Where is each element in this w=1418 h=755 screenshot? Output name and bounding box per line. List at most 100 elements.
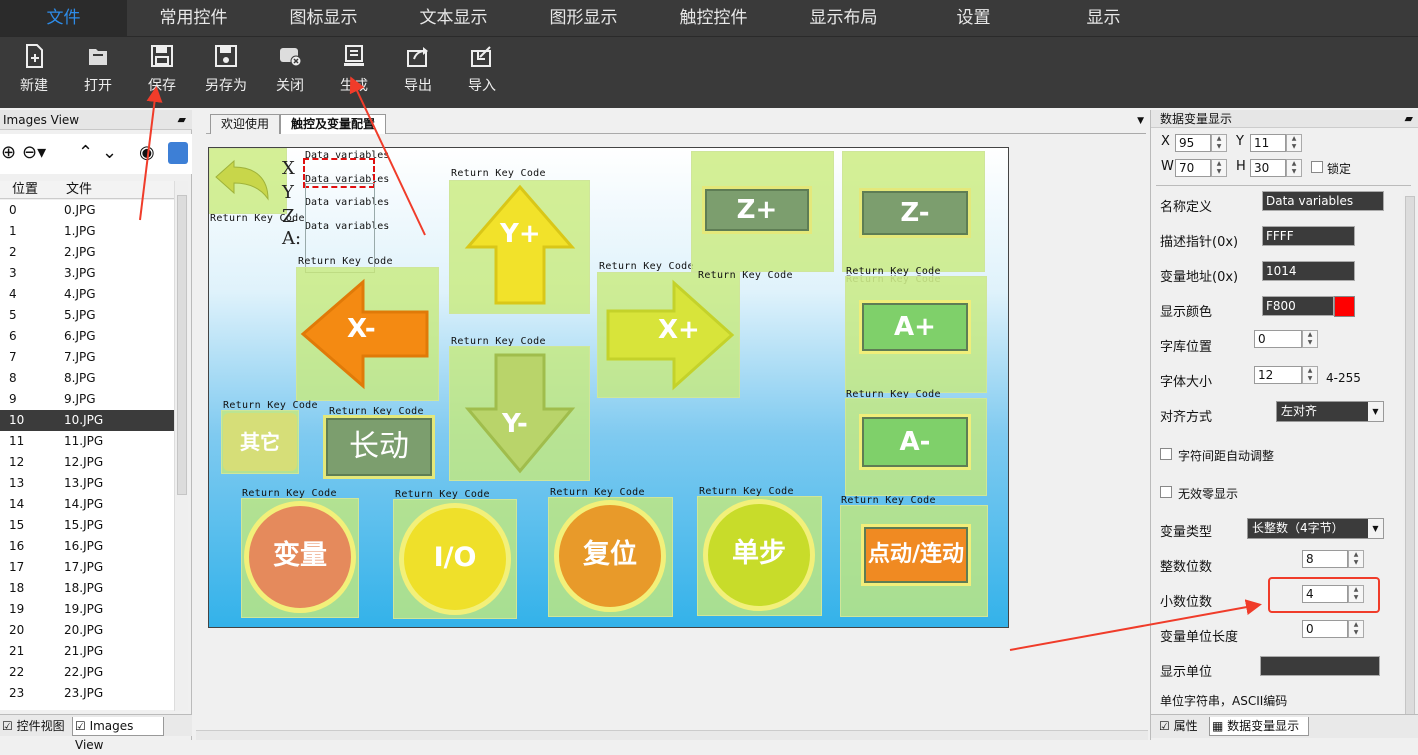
menu-touch-controls[interactable]: 触控控件 bbox=[650, 0, 777, 36]
list-item[interactable]: 4 4.JPG bbox=[0, 284, 174, 305]
back-button[interactable] bbox=[209, 148, 287, 214]
var-type-select[interactable]: 长整数（4字节） ▼ bbox=[1247, 518, 1384, 539]
list-item[interactable]: 5 5.JPG bbox=[0, 305, 174, 326]
pin-icon[interactable]: ▰ bbox=[178, 110, 186, 130]
list-item[interactable]: 12 12.JPG bbox=[0, 452, 174, 473]
pin-icon[interactable]: ▰ bbox=[1405, 110, 1413, 128]
align-select[interactable]: 左对齐 ▼ bbox=[1276, 401, 1384, 422]
chevron-down-icon[interactable]: ▼ bbox=[1368, 519, 1383, 538]
import-button[interactable]: 导入 bbox=[454, 43, 510, 105]
list-item[interactable]: 19 19.JPG bbox=[0, 599, 174, 620]
a-minus-button[interactable]: A- bbox=[859, 414, 971, 470]
save-button[interactable]: 保存 bbox=[134, 43, 190, 105]
move-up-icon[interactable]: ⌃ bbox=[78, 142, 93, 164]
list-item[interactable]: 6 6.JPG bbox=[0, 326, 174, 347]
display-color-input[interactable]: F800 bbox=[1262, 296, 1334, 316]
close-button[interactable]: 关闭 bbox=[262, 43, 318, 105]
auto-spacing-checkbox[interactable] bbox=[1160, 448, 1172, 460]
scrollbar-thumb[interactable] bbox=[177, 195, 187, 495]
x-minus-button[interactable]: X- bbox=[296, 267, 439, 401]
export-button[interactable]: 导出 bbox=[390, 43, 446, 105]
menu-common-controls[interactable]: 常用控件 bbox=[130, 0, 257, 36]
move-down-icon[interactable]: ⌄ bbox=[102, 142, 117, 164]
y-plus-button[interactable]: Y+ bbox=[449, 180, 590, 314]
reset-button[interactable]: 复位 bbox=[554, 500, 666, 612]
w-spinner-icon[interactable]: ▲ ▼ bbox=[1211, 159, 1227, 177]
list-item[interactable]: 14 14.JPG bbox=[0, 494, 174, 515]
io-button[interactable]: I/O bbox=[399, 503, 511, 615]
menu-graphic-display[interactable]: 图形显示 bbox=[520, 0, 647, 36]
h-input[interactable]: 30 ▲ ▼ bbox=[1250, 159, 1302, 177]
tab-touch-config[interactable]: 触控及变量配置 bbox=[280, 114, 387, 134]
var-address-input[interactable]: 1014 bbox=[1262, 261, 1355, 281]
list-item[interactable]: 7 7.JPG bbox=[0, 347, 174, 368]
image-icon[interactable] bbox=[168, 142, 188, 164]
variable-button[interactable]: 变量 bbox=[244, 501, 356, 613]
chevron-down-icon[interactable]: ▼ bbox=[1368, 402, 1383, 421]
list-item[interactable]: 21 21.JPG bbox=[0, 641, 174, 662]
add-icon[interactable]: ⊕ bbox=[1, 142, 16, 164]
list-item[interactable]: 22 22.JPG bbox=[0, 662, 174, 683]
unit-length-spinner-icon[interactable]: ▲ ▼ bbox=[1348, 620, 1364, 638]
list-item[interactable]: 11 11.JPG bbox=[0, 431, 174, 452]
int-digits-input[interactable]: 8 ▲ ▼ bbox=[1302, 550, 1364, 568]
list-item[interactable]: 18 18.JPG bbox=[0, 578, 174, 599]
properties-scrollbar[interactable] bbox=[1403, 190, 1417, 726]
list-item[interactable]: 23 23.JPG bbox=[0, 683, 174, 704]
open-button[interactable]: 打开 bbox=[70, 43, 126, 105]
design-canvas[interactable]: Return Key Code X Y Z A: Data variables … bbox=[208, 147, 1009, 628]
image-list-scrollbar[interactable] bbox=[174, 181, 188, 711]
list-item[interactable]: 0 0.JPG bbox=[0, 200, 174, 221]
list-item[interactable]: 1 1.JPG bbox=[0, 221, 174, 242]
color-swatch[interactable] bbox=[1334, 296, 1355, 317]
list-item[interactable]: 17 17.JPG bbox=[0, 557, 174, 578]
a-plus-button[interactable]: A+ bbox=[859, 300, 971, 354]
h-spinner-icon[interactable]: ▲ ▼ bbox=[1286, 159, 1302, 177]
font-size-input[interactable]: 12 ▲ ▼ bbox=[1254, 366, 1318, 384]
jog-button[interactable]: 点动/连动 bbox=[861, 524, 971, 586]
unit-length-input[interactable]: 0 ▲ ▼ bbox=[1302, 620, 1364, 638]
menu-file[interactable]: 文件 bbox=[0, 0, 127, 36]
tabs-dropdown-icon[interactable]: ▼ bbox=[1137, 116, 1144, 126]
x-input[interactable]: 95 ▲ ▼ bbox=[1175, 134, 1227, 152]
list-item[interactable]: 16 16.JPG bbox=[0, 536, 174, 557]
save-as-button[interactable]: 另存为 bbox=[198, 43, 254, 105]
list-item[interactable]: 13 13.JPG bbox=[0, 473, 174, 494]
menu-text-display[interactable]: 文本显示 bbox=[390, 0, 517, 36]
tab-images-view[interactable]: ☑ Images View bbox=[72, 717, 164, 752]
name-input[interactable]: Data variables bbox=[1262, 191, 1384, 211]
tab-data-var-display[interactable]: ▦ 数据变量显示 bbox=[1209, 717, 1309, 736]
menu-settings[interactable]: 设置 bbox=[910, 0, 1037, 36]
z-plus-button[interactable]: Z+ bbox=[702, 186, 812, 234]
unit-input[interactable] bbox=[1260, 656, 1380, 676]
remove-icon[interactable]: ⊖▾ bbox=[22, 142, 46, 164]
list-item[interactable]: 9 9.JPG bbox=[0, 389, 174, 410]
list-item[interactable]: 8 8.JPG bbox=[0, 368, 174, 389]
int-digits-spinner-icon[interactable]: ▲ ▼ bbox=[1348, 550, 1364, 568]
font-position-input[interactable]: 0 ▲ ▼ bbox=[1254, 330, 1318, 348]
list-item[interactable]: 3 3.JPG bbox=[0, 263, 174, 284]
list-item[interactable]: 2 2.JPG bbox=[0, 242, 174, 263]
eye-icon[interactable]: ◉ bbox=[139, 142, 155, 164]
y-input[interactable]: 11 ▲ ▼ bbox=[1250, 134, 1302, 152]
menu-display-layout[interactable]: 显示布局 bbox=[780, 0, 907, 36]
other-button[interactable]: 其它 bbox=[223, 413, 297, 471]
tab-attributes[interactable]: ☑ 属性 bbox=[1157, 717, 1209, 736]
tab-controls-view[interactable]: ☑ 控件视图 bbox=[0, 717, 72, 736]
x-spinner-icon[interactable]: ▲ ▼ bbox=[1211, 134, 1227, 152]
tab-welcome[interactable]: 欢迎使用 bbox=[210, 114, 281, 134]
font-size-spinner-icon[interactable]: ▲ ▼ bbox=[1302, 366, 1318, 384]
no-zero-checkbox[interactable] bbox=[1160, 486, 1172, 498]
editor-hscroll[interactable] bbox=[196, 730, 1148, 740]
w-input[interactable]: 70 ▲ ▼ bbox=[1175, 159, 1227, 177]
generate-button[interactable]: 生成 bbox=[326, 43, 382, 105]
x-plus-button[interactable]: X+ bbox=[597, 272, 740, 398]
scrollbar-thumb[interactable] bbox=[1405, 196, 1415, 726]
step-button[interactable]: 单步 bbox=[703, 499, 815, 611]
list-item[interactable]: 15 15.JPG bbox=[0, 515, 174, 536]
desc-pointer-input[interactable]: FFFF bbox=[1262, 226, 1355, 246]
y-minus-button[interactable]: Y- bbox=[449, 346, 590, 481]
lock-checkbox[interactable] bbox=[1311, 161, 1323, 173]
y-spinner-icon[interactable]: ▲ ▼ bbox=[1286, 134, 1302, 152]
menu-icon-display[interactable]: 图标显示 bbox=[260, 0, 387, 36]
